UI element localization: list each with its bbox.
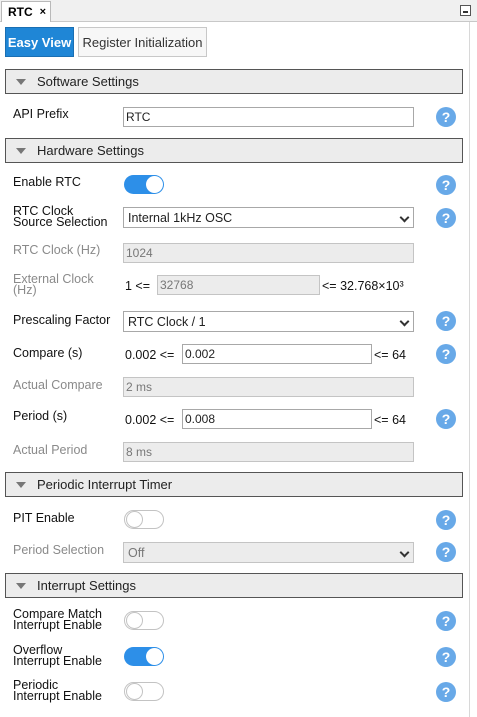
- period-label: Period (s): [13, 409, 68, 423]
- external-clock-max: <= 32.768×10³: [322, 279, 404, 293]
- help-icon[interactable]: ?: [436, 647, 456, 667]
- help-icon[interactable]: ?: [436, 542, 456, 562]
- actual-compare-field: 2 ms: [123, 377, 414, 397]
- section-title: Periodic Interrupt Timer: [37, 477, 173, 492]
- enable-rtc-label: Enable RTC: [13, 175, 81, 189]
- section-software-settings[interactable]: Software Settings: [5, 69, 463, 94]
- overflow-label-line2: Interrupt Enable: [13, 654, 102, 668]
- external-clock-field: 32768: [157, 275, 320, 295]
- period-max: <= 64: [374, 413, 406, 427]
- tab-register-initialization[interactable]: Register Initialization: [78, 27, 207, 57]
- compare-input[interactable]: 0.002: [182, 344, 372, 364]
- select-value: RTC Clock / 1: [128, 314, 206, 329]
- pit-enable-label: PIT Enable: [13, 511, 75, 525]
- periodic-interrupt-toggle[interactable]: [124, 682, 164, 701]
- rtc-clock-source-select[interactable]: Internal 1kHz OSC: [123, 207, 414, 228]
- overflow-interrupt-toggle[interactable]: [124, 647, 164, 666]
- period-min: 0.002 <=: [125, 413, 175, 427]
- period-selection-select: Off: [123, 542, 414, 563]
- toggle-knob: [126, 683, 143, 700]
- prescaling-factor-select[interactable]: RTC Clock / 1: [123, 311, 414, 332]
- external-clock-min: 1 <=: [125, 279, 151, 293]
- period-input[interactable]: 0.008: [182, 409, 372, 429]
- help-icon[interactable]: ?: [436, 682, 456, 702]
- compare-match-label-line2: Interrupt Enable: [13, 618, 102, 632]
- chevron-down-icon: [399, 547, 410, 558]
- section-title: Software Settings: [37, 74, 139, 89]
- select-value: Off: [128, 545, 145, 560]
- section-interrupt-settings[interactable]: Interrupt Settings: [5, 573, 463, 598]
- help-icon[interactable]: ?: [436, 208, 456, 228]
- toggle-knob: [146, 176, 163, 193]
- help-icon[interactable]: ?: [436, 611, 456, 631]
- actual-period-field: 8 ms: [123, 442, 414, 462]
- collapse-triangle-icon: [16, 481, 26, 488]
- view-tabs: Easy View Register Initialization: [0, 22, 477, 62]
- api-prefix-label: API Prefix: [13, 107, 69, 121]
- tab-easy-view[interactable]: Easy View: [5, 27, 74, 57]
- section-hardware-settings[interactable]: Hardware Settings: [5, 138, 463, 163]
- prescaling-factor-label: Prescaling Factor: [13, 313, 111, 327]
- help-icon[interactable]: ?: [436, 510, 456, 530]
- section-title: Hardware Settings: [37, 143, 144, 158]
- actual-compare-label: Actual Compare: [13, 378, 103, 392]
- close-icon[interactable]: ×: [40, 6, 46, 18]
- toggle-knob: [126, 612, 143, 629]
- rtc-clock-hz-field: 1024: [123, 243, 414, 263]
- section-periodic-interrupt-timer[interactable]: Periodic Interrupt Timer: [5, 472, 463, 497]
- help-icon[interactable]: ?: [436, 107, 456, 127]
- compare-match-interrupt-toggle[interactable]: [124, 611, 164, 630]
- minimize-icon[interactable]: [460, 5, 471, 16]
- toggle-knob: [126, 511, 143, 528]
- document-tab-title: RTC: [8, 5, 33, 19]
- help-icon[interactable]: ?: [436, 175, 456, 195]
- actual-period-label: Actual Period: [13, 443, 88, 457]
- chevron-down-icon: [399, 212, 410, 223]
- help-icon[interactable]: ?: [436, 311, 456, 331]
- rtc-clock-source-label-line2: Source Selection: [13, 215, 108, 229]
- help-icon[interactable]: ?: [436, 409, 456, 429]
- compare-min: 0.002 <=: [125, 348, 175, 362]
- section-title: Interrupt Settings: [37, 578, 136, 593]
- select-value: Internal 1kHz OSC: [128, 210, 233, 225]
- collapse-triangle-icon: [16, 582, 26, 589]
- panel-border: [469, 22, 470, 717]
- external-clock-label-line2: (Hz): [13, 283, 37, 297]
- compare-max: <= 64: [374, 348, 406, 362]
- periodic-label-line2: Interrupt Enable: [13, 689, 102, 703]
- help-icon[interactable]: ?: [436, 344, 456, 364]
- compare-label: Compare (s): [13, 346, 83, 360]
- period-selection-label: Period Selection: [13, 543, 105, 557]
- pit-enable-toggle[interactable]: [124, 510, 164, 529]
- enable-rtc-toggle[interactable]: [124, 175, 164, 194]
- document-tab-bar: RTC ×: [0, 0, 477, 22]
- chevron-down-icon: [399, 316, 410, 327]
- rtc-clock-hz-label: RTC Clock (Hz): [13, 243, 101, 257]
- toggle-knob: [146, 648, 163, 665]
- collapse-triangle-icon: [16, 147, 26, 154]
- document-tab-rtc[interactable]: RTC ×: [1, 1, 51, 22]
- collapse-triangle-icon: [16, 78, 26, 85]
- api-prefix-input[interactable]: RTC: [123, 107, 414, 127]
